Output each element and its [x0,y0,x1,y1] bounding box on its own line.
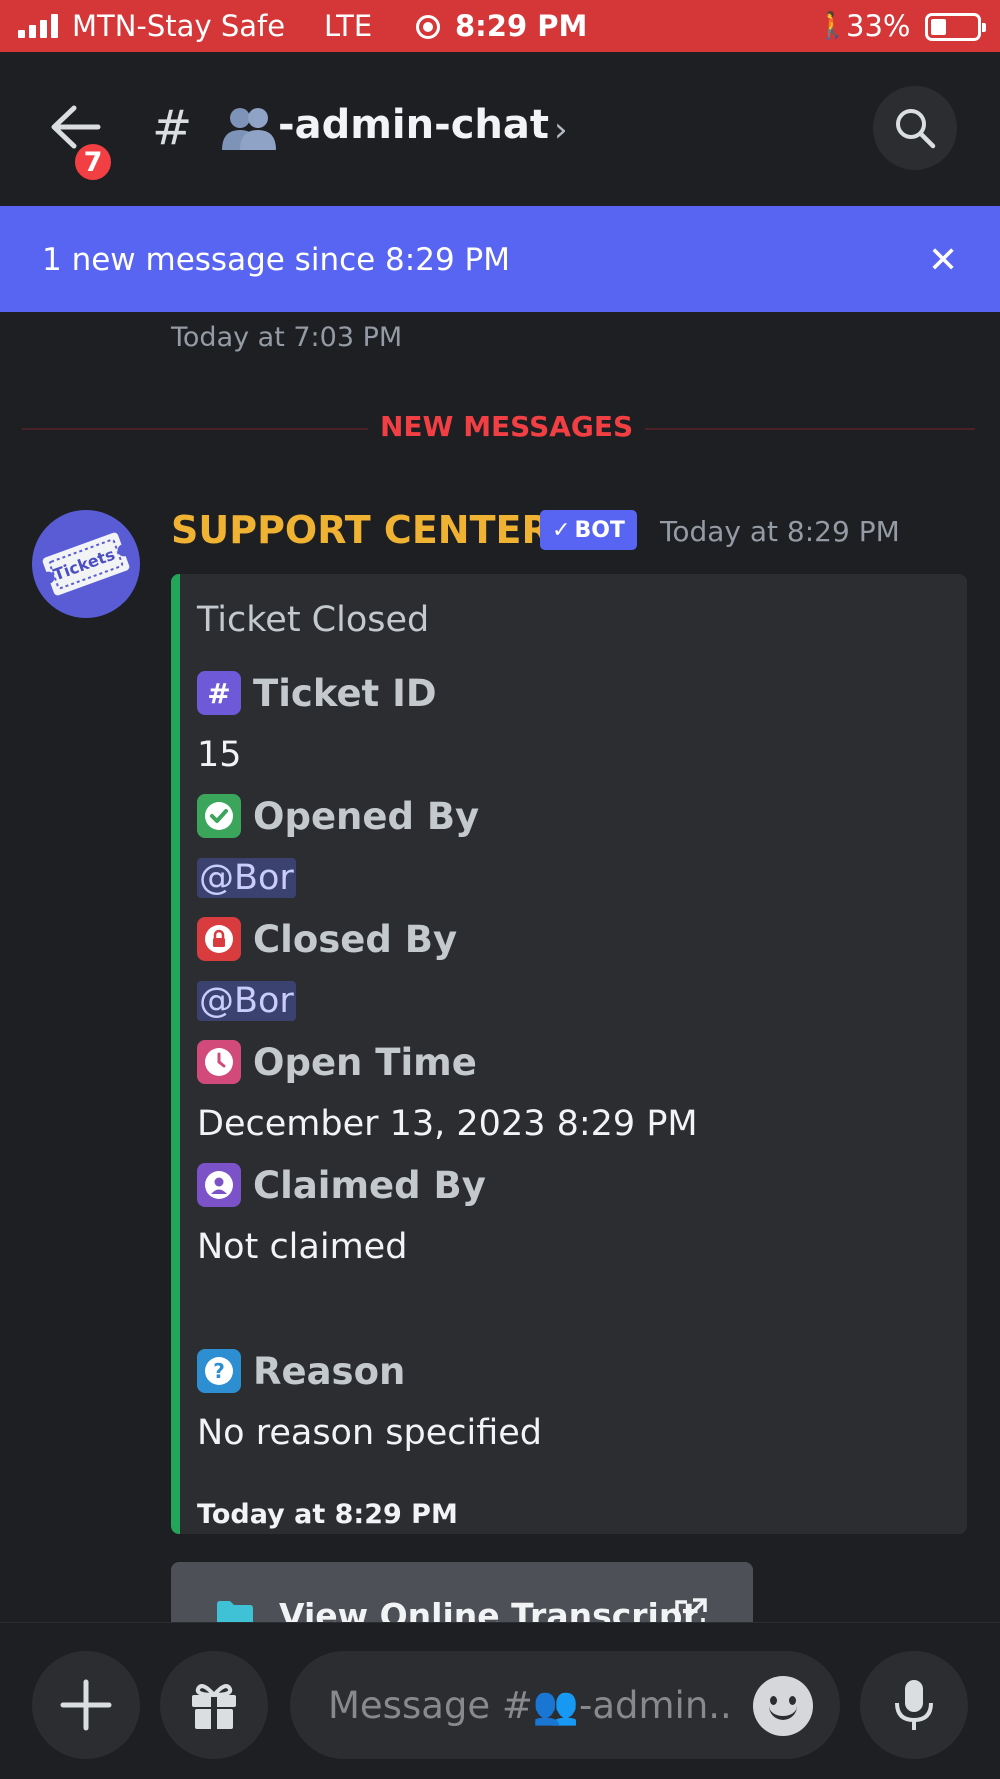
field-opened-by-name: Opened By [197,794,479,838]
checkmark-emoji-icon [197,794,241,838]
view-transcript-button[interactable]: View Online Transcript [171,1562,753,1622]
embed-footer-timestamp: Today at 8:29 PM [197,1499,458,1530]
bot-tag-label: BOT [574,517,625,543]
search-button[interactable] [873,86,957,170]
new-messages-label: NEW MESSAGES [368,410,646,443]
gift-icon [192,1684,236,1729]
unread-badge: 7 [72,141,114,183]
new-messages-banner[interactable]: 1 new message since 8:29 PM ✕ [0,206,1000,312]
field-reason-name: ? Reason [197,1349,405,1393]
emoji-picker-icon[interactable] [753,1676,813,1736]
message-list[interactable]: Today at 7:03 PM NEW MESSAGES Tickets SU… [0,312,1000,1622]
channel-hash-icon: # [152,100,193,156]
user-mention[interactable]: @Bor [197,981,296,1021]
battery-icon [925,13,986,41]
field-claimed-by-name: Claimed By [197,1163,486,1207]
field-open-time-value: December 13, 2023 8:29 PM [197,1104,698,1144]
folder-icon [215,1598,255,1622]
plus-icon [60,1679,112,1731]
search-icon [896,109,936,149]
status-bar: MTN-Stay Safe LTE 8:29 PM 🚶 33% [0,0,1000,52]
screen-record-icon [416,15,440,39]
lock-emoji-icon [197,917,241,961]
field-closed-by-value[interactable]: @Bor [197,981,296,1021]
field-name-label: Ticket ID [253,671,437,715]
battery-percent: 33% [846,9,911,43]
close-icon[interactable]: ✕ [928,240,958,281]
new-messages-text: 1 new message since 8:29 PM [42,242,510,278]
clock-emoji-icon [197,1040,241,1084]
field-name-label: Opened By [253,794,480,838]
ticket-embed: Ticket Closed # Ticket ID 15 Opened By @… [171,574,967,1534]
signal-icon [18,14,58,38]
avatar[interactable]: Tickets [32,510,140,618]
chevron-right-icon[interactable]: › [554,110,568,150]
clock: 8:29 PM [455,9,588,43]
question-emoji-icon: ? [197,1349,241,1393]
external-link-icon [671,1596,709,1622]
people-emoji-icon [220,106,278,156]
microphone-icon [895,1680,933,1730]
field-ticket-id-value: 15 [197,735,242,775]
voice-message-button[interactable] [860,1651,968,1759]
view-transcript-label: View Online Transcript [279,1596,699,1622]
message-composer [0,1622,1000,1779]
field-open-time-name: Open Time [197,1040,477,1084]
field-opened-by-value[interactable]: @Bor [197,858,296,898]
accessibility-icon: 🚶 [816,11,849,41]
person-emoji-icon [197,1163,241,1207]
previous-message-timestamp: Today at 7:03 PM [171,322,403,353]
add-attachment-button[interactable] [32,1651,140,1759]
hash-emoji-icon: # [197,671,241,715]
message-timestamp: Today at 8:29 PM [660,515,900,548]
user-mention[interactable]: @Bor [197,858,296,898]
check-icon: ✓ [552,517,571,543]
channel-name[interactable]: -admin-chat [278,102,549,148]
network-type: LTE [324,9,373,43]
field-name-label: Reason [253,1349,406,1393]
field-name-label: Closed By [253,917,458,961]
bot-tag: ✓ BOT [540,510,637,550]
field-name-label: Claimed By [253,1163,486,1207]
gift-button[interactable] [160,1651,268,1759]
svg-text:?: ? [213,1359,225,1383]
field-ticket-id-name: # Ticket ID [197,671,437,715]
field-reason-value: No reason specified [197,1413,543,1453]
message-author[interactable]: SUPPORT CENTER [171,508,551,552]
embed-title: Ticket Closed [197,600,430,640]
field-closed-by-name: Closed By [197,917,457,961]
field-claimed-by-value: Not claimed [197,1227,408,1267]
field-name-label: Open Time [253,1040,477,1084]
carrier-name: MTN-Stay Safe [72,9,286,43]
